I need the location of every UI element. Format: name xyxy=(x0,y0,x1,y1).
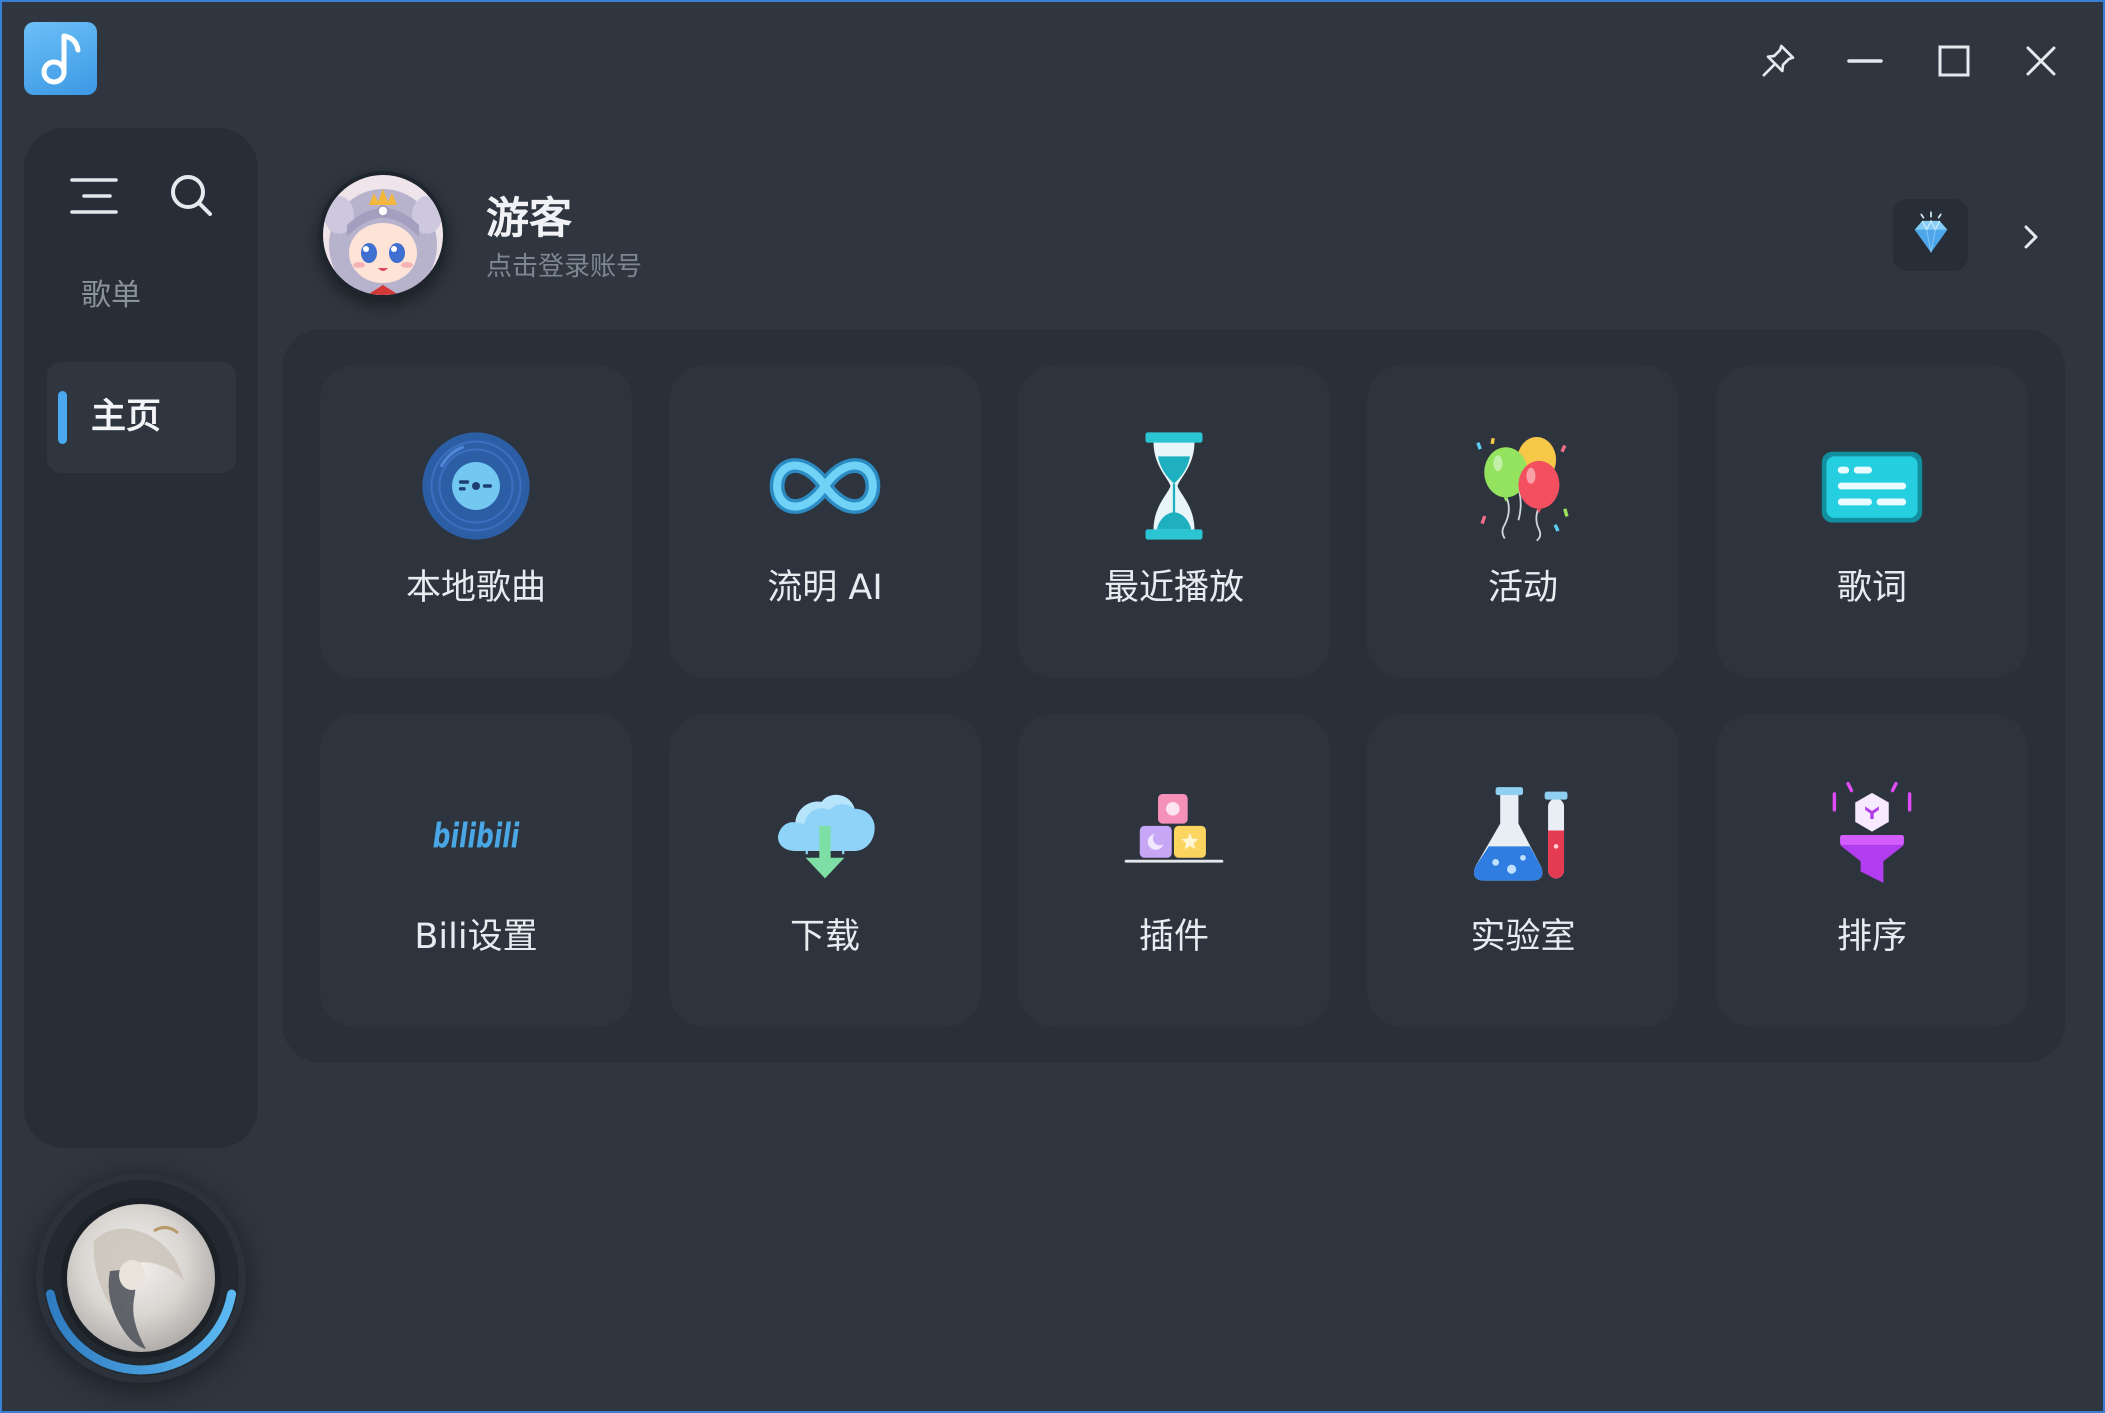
album-cover xyxy=(36,1173,246,1383)
feature-card-plugins[interactable]: 插件 xyxy=(1018,714,1330,1027)
close-button[interactable] xyxy=(2017,37,2065,85)
user-more-button[interactable] xyxy=(2014,220,2048,254)
pin-button[interactable] xyxy=(1754,37,1802,85)
vinyl-disc-icon xyxy=(422,432,530,540)
pin-icon xyxy=(1762,44,1795,77)
feature-label: 活动 xyxy=(1487,568,1558,608)
minimize-button[interactable] xyxy=(1841,37,1889,85)
feature-label: 下载 xyxy=(789,917,860,957)
sidebar-item-home[interactable]: 主页 xyxy=(47,362,236,473)
cloud-download-icon xyxy=(777,794,875,879)
feature-card-recent[interactable]: 最近播放 xyxy=(1018,365,1330,678)
feature-label: 最近播放 xyxy=(1103,568,1244,608)
feature-card-events[interactable]: 活动 xyxy=(1367,365,1679,678)
search-button[interactable] xyxy=(166,170,216,220)
feature-card-lumen-ai[interactable]: 流明 AI xyxy=(669,365,981,678)
sidebar xyxy=(24,128,258,1148)
funnel-sort-icon xyxy=(1832,781,1912,883)
playlist-section-label: 歌单 xyxy=(81,278,141,313)
login-prompt: 点击登录账号 xyxy=(486,252,643,282)
feature-label: 流明 AI xyxy=(767,568,883,608)
feature-label: 插件 xyxy=(1138,917,1209,957)
feature-card-lab[interactable]: 实验室 xyxy=(1367,714,1679,1027)
menu-button[interactable] xyxy=(68,174,120,218)
infinity-icon xyxy=(769,458,881,514)
lyrics-screen-icon xyxy=(1821,451,1923,523)
feature-card-sort[interactable]: 排序 xyxy=(1716,714,2028,1027)
feature-label: Bili设置 xyxy=(414,917,538,957)
maximize-icon xyxy=(1938,45,1970,77)
diamond-icon xyxy=(1914,211,1947,253)
app-logo xyxy=(24,22,97,95)
vip-button[interactable] xyxy=(1893,199,1968,271)
chevron-right-icon xyxy=(2024,225,2038,249)
bilibili-logo-icon: bilibili xyxy=(433,817,521,857)
active-indicator xyxy=(58,391,67,444)
close-icon xyxy=(2026,46,2056,76)
maximize-button[interactable] xyxy=(1930,37,1978,85)
hourglass-icon xyxy=(1145,432,1203,540)
user-name: 游客 xyxy=(486,194,572,244)
menu-icon xyxy=(70,178,118,214)
feature-label: 实验室 xyxy=(1470,917,1576,957)
sidebar-item-label: 主页 xyxy=(91,397,162,437)
feature-card-download[interactable]: 下载 xyxy=(669,714,981,1027)
blocks-icon xyxy=(1124,793,1224,863)
svg-text:bilibili: bilibili xyxy=(433,817,521,857)
feature-card-local-songs[interactable]: 本地歌曲 xyxy=(320,365,632,678)
feature-label: 排序 xyxy=(1836,917,1907,957)
feature-card-bili-settings[interactable]: bilibili Bili设置 xyxy=(320,714,632,1027)
balloons-icon xyxy=(1476,436,1569,542)
search-icon xyxy=(171,175,212,216)
feature-panel: 本地歌曲 流明 AI 最近播放 活动 歌词 bilibili Bili设置 下载… xyxy=(282,329,2065,1063)
avatar-image xyxy=(319,171,447,299)
lab-flask-icon xyxy=(1473,787,1568,881)
user-info[interactable]: 游客 点击登录账号 xyxy=(486,190,786,290)
feature-card-lyrics[interactable]: 歌词 xyxy=(1716,365,2028,678)
music-note-icon xyxy=(41,33,81,85)
feature-label: 本地歌曲 xyxy=(405,568,546,608)
now-playing-disc[interactable] xyxy=(34,1171,248,1385)
avatar[interactable] xyxy=(319,171,447,299)
minimize-icon xyxy=(1847,59,1883,63)
feature-label: 歌词 xyxy=(1836,568,1907,608)
app-window: 歌单 主页 游客 点击登录账号 本地歌曲 流明 AI 最近播放 活动 歌词 bi… xyxy=(0,0,2105,1413)
